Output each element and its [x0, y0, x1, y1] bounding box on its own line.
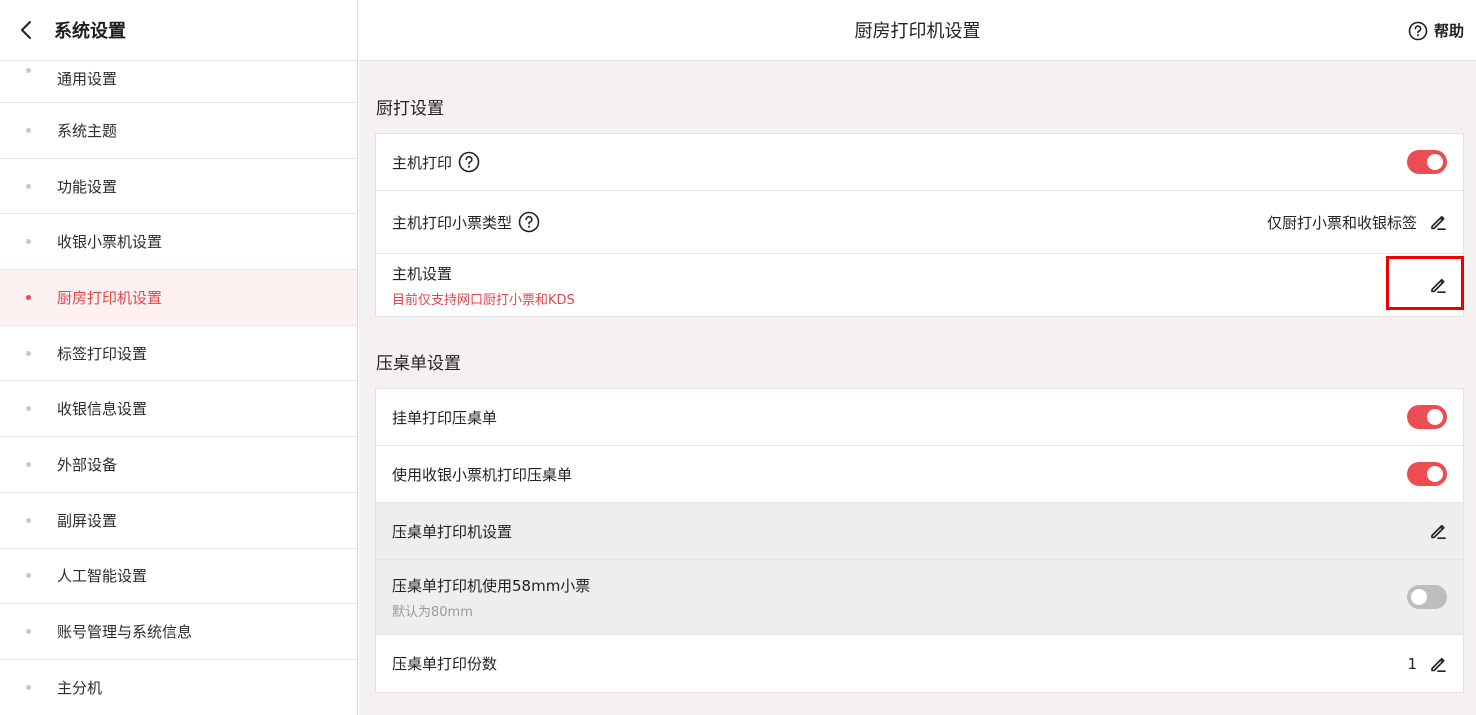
use-receipt-printer-toggle[interactable] [1407, 462, 1447, 486]
row-right: 仅厨打小票和收银标签 [1267, 212, 1447, 233]
use-receipt-printer-label: 使用收银小票机打印压桌单 [392, 465, 573, 484]
row-right [1429, 522, 1447, 540]
bullet-icon [26, 239, 31, 245]
table-slip-settings-card: 挂单打印压桌单 使用收银小票机打印压桌单 压桌单打印机设置 压桌单打印机使用58… [375, 388, 1464, 693]
help-label: 帮助 [1433, 22, 1464, 40]
sidebar-item-label: 收银小票机设置 [57, 233, 163, 252]
bullet-icon [26, 294, 31, 300]
use-58mm-label: 压桌单打印机使用58mm小票 [392, 576, 591, 595]
bullet-icon [26, 183, 31, 189]
bullet-icon [26, 629, 31, 635]
sidebar-menu: 通用设置 系统主题 功能设置 收银小票机设置 厨房打印机设置 标签打印设置 收银… [0, 61, 357, 715]
copies-label: 压桌单打印份数 [392, 655, 498, 673]
use-58mm-toggle[interactable] [1407, 585, 1447, 609]
sidebar-item-ai[interactable]: 人工智能设置 [0, 549, 357, 605]
edit-pencil-icon[interactable] [1429, 655, 1447, 673]
bullet-icon [26, 573, 31, 579]
row-hang-print: 挂单打印压桌单 [376, 389, 1463, 446]
section-title-kitchen: 厨打设置 [376, 99, 444, 119]
host-ticket-type-value: 仅厨打小票和收银标签 [1266, 213, 1417, 232]
hang-print-label: 挂单打印压桌单 [392, 408, 498, 427]
sidebar-item-external-devices[interactable]: 外部设备 [0, 437, 357, 493]
sidebar-item-kitchen-printer[interactable]: 厨房打印机设置 [0, 270, 357, 326]
bullet-icon [26, 127, 31, 133]
row-copies[interactable]: 压桌单打印份数 1 [376, 635, 1463, 692]
sidebar-item-label: 外部设备 [57, 455, 118, 474]
sidebar-item-label-printer[interactable]: 标签打印设置 [0, 326, 357, 382]
host-ticket-type-label: 主机打印小票类型 [392, 213, 513, 232]
sidebar-item-label: 副屏设置 [57, 511, 118, 530]
sidebar-item-general[interactable]: 通用设置 [0, 61, 357, 103]
row-use-58mm: 压桌单打印机使用58mm小票 默认为80mm [376, 560, 1463, 635]
sidebar-item-secondary-screen[interactable]: 副屏设置 [0, 493, 357, 549]
sidebar-item-label: 厨房打印机设置 [57, 288, 163, 307]
sidebar-item-label: 主分机 [57, 678, 103, 697]
sidebar-item-label: 账号管理与系统信息 [57, 623, 193, 642]
row-right [1429, 276, 1447, 294]
sidebar-item-theme[interactable]: 系统主题 [0, 103, 357, 159]
sidebar-item-cashier-info[interactable]: 收银信息设置 [0, 381, 357, 438]
main-panel: 厨房打印机设置 帮助 厨打设置 主机打印 主机打印小票类型 仅厨打小票和收银标签… [359, 0, 1476, 715]
host-settings-label: 主机设置 [392, 264, 453, 283]
sidebar-item-label: 标签打印设置 [57, 344, 148, 363]
sidebar: 系统设置 通用设置 系统主题 功能设置 收银小票机设置 厨房打印机设置 标签打印… [0, 0, 358, 715]
bullet-icon [26, 350, 31, 356]
sidebar-item-features[interactable]: 功能设置 [0, 159, 357, 215]
sidebar-item-label: 人工智能设置 [57, 567, 148, 586]
row-right [1407, 150, 1447, 174]
question-circle-icon[interactable] [518, 211, 540, 233]
row-right: 1 [1407, 655, 1447, 673]
section-title-table-slip: 压桌单设置 [376, 354, 461, 374]
row-host-settings[interactable]: 主机设置 目前仅支持网口厨打小票和KDS [376, 254, 1463, 316]
kitchen-settings-card: 主机打印 主机打印小票类型 仅厨打小票和收银标签 主机设置 目前仅支持网口厨打小… [375, 133, 1464, 317]
edit-pencil-icon[interactable] [1429, 276, 1447, 294]
top-bar: 厨房打印机设置 帮助 [359, 0, 1476, 61]
bullet-icon [26, 684, 31, 690]
sidebar-item-receipt-printer[interactable]: 收银小票机设置 [0, 214, 357, 271]
hang-print-toggle[interactable] [1407, 405, 1447, 429]
bullet-icon [26, 406, 31, 412]
help-button[interactable]: 帮助 [1408, 0, 1464, 61]
sidebar-item-label: 通用设置 [57, 70, 118, 88]
row-use-receipt-printer: 使用收银小票机打印压桌单 [376, 446, 1463, 503]
row-label: 主机打印小票类型 [392, 211, 540, 233]
use-58mm-note: 默认为80mm [392, 604, 473, 620]
row-slip-printer-settings[interactable]: 压桌单打印机设置 [376, 503, 1463, 560]
copies-value: 1 [1407, 654, 1417, 673]
sidebar-item-label: 功能设置 [57, 177, 118, 196]
host-settings-note: 目前仅支持网口厨打小票和KDS [392, 292, 575, 308]
edit-pencil-icon[interactable] [1429, 213, 1447, 231]
sidebar-item-host-extension[interactable]: 主分机 [0, 660, 357, 715]
row-right [1407, 405, 1447, 429]
bullet-icon [26, 68, 31, 73]
sidebar-item-label: 收银信息设置 [57, 400, 148, 419]
row-host-ticket-type[interactable]: 主机打印小票类型 仅厨打小票和收银标签 [376, 191, 1463, 254]
app-root: 系统设置 通用设置 系统主题 功能设置 收银小票机设置 厨房打印机设置 标签打印… [0, 0, 1476, 715]
row-text: 压桌单打印机使用58mm小票 默认为80mm [392, 575, 590, 620]
row-label: 主机打印 [392, 151, 480, 173]
row-right [1407, 462, 1447, 486]
host-print-label: 主机打印 [392, 153, 453, 172]
row-text: 主机设置 目前仅支持网口厨打小票和KDS [392, 263, 575, 308]
question-circle-icon[interactable] [458, 151, 480, 173]
bullet-icon [26, 517, 31, 523]
sidebar-item-label: 系统主题 [57, 121, 118, 140]
sidebar-item-account[interactable]: 账号管理与系统信息 [0, 604, 357, 660]
row-right [1407, 585, 1447, 609]
page-title: 厨房打印机设置 [854, 21, 981, 42]
host-print-toggle[interactable] [1407, 150, 1447, 174]
sidebar-header: 系统设置 [0, 0, 357, 61]
slip-printer-settings-label: 压桌单打印机设置 [392, 522, 513, 541]
row-host-print: 主机打印 [376, 134, 1463, 191]
edit-pencil-icon[interactable] [1429, 522, 1447, 540]
sidebar-title: 系统设置 [54, 21, 126, 42]
bullet-icon [26, 461, 31, 467]
back-arrow-icon[interactable] [16, 20, 36, 40]
help-circle-icon [1408, 21, 1428, 41]
